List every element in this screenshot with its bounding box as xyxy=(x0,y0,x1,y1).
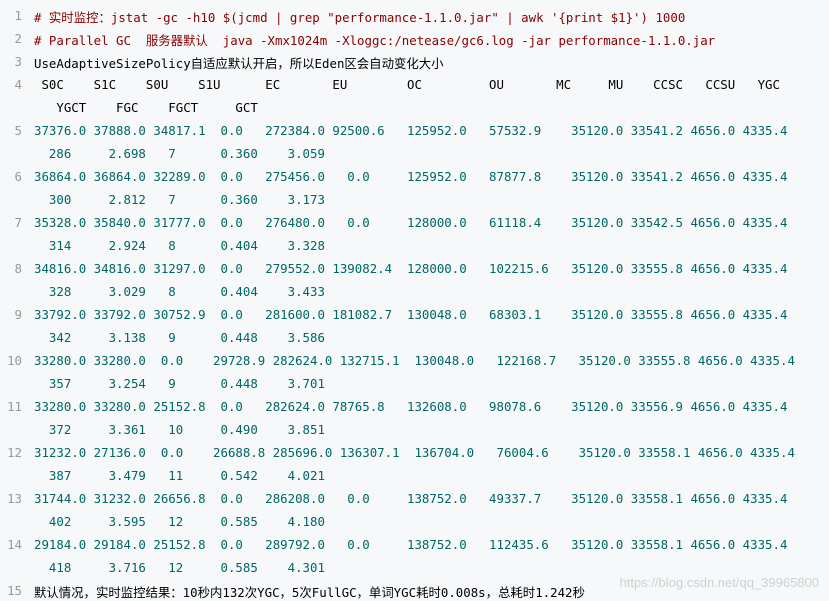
line-number: 12 xyxy=(7,445,22,460)
jstat-row: 33792.0 33792.0 30752.9 0.0 281600.0 181… xyxy=(34,307,788,322)
line-number-gutter: 1 2 3 4 5 6 7 8 9 10 11 12 13 14 15 xyxy=(0,0,28,600)
jstat-row-wrap: 300 2.812 7 0.360 3.173 xyxy=(34,192,325,207)
jstat-header-row-wrap: YGCT FGC FGCT GCT xyxy=(34,100,258,115)
line-number: 15 xyxy=(7,583,22,598)
watermark: https://blog.csdn.net/qq_39965800 xyxy=(619,575,820,590)
line-number: 3 xyxy=(14,54,22,69)
jstat-row: 35328.0 35840.0 31777.0 0.0 276480.0 0.0… xyxy=(34,215,788,230)
jstat-row: 33280.0 33280.0 0.0 29728.9 282624.0 132… xyxy=(34,353,795,368)
line-number: 10 xyxy=(7,353,22,368)
jstat-row: 29184.0 29184.0 25152.8 0.0 289792.0 0.0… xyxy=(34,537,788,552)
jstat-header-row: S0C S1C S0U S1U EC EU OC OU MC MU CCSC C… xyxy=(34,77,780,92)
jstat-row: 31744.0 31232.0 26656.8 0.0 286208.0 0.0… xyxy=(34,491,788,506)
jstat-row-wrap: 314 2.924 8 0.404 3.328 xyxy=(34,238,325,253)
jstat-row-wrap: 357 3.254 9 0.448 3.701 xyxy=(34,376,325,391)
jstat-row: 33280.0 33280.0 25152.8 0.0 282624.0 787… xyxy=(34,399,788,414)
text-line: UseAdaptiveSizePolicy自适应默认开启，所以Eden区会自动变… xyxy=(34,56,444,71)
jstat-row-wrap: 342 3.138 9 0.448 3.586 xyxy=(34,330,325,345)
jstat-row: 31232.0 27136.0 0.0 26688.8 285696.0 136… xyxy=(34,445,795,460)
jstat-row-wrap: 402 3.595 12 0.585 4.180 xyxy=(34,514,325,529)
jstat-row-wrap: 372 3.361 10 0.490 3.851 xyxy=(34,422,325,437)
line-number: 11 xyxy=(7,399,22,414)
line-number: 5 xyxy=(14,123,22,138)
jstat-row: 34816.0 34816.0 31297.0 0.0 279552.0 139… xyxy=(34,261,788,276)
line-number: 9 xyxy=(14,307,22,322)
jstat-row-wrap: 328 3.029 8 0.404 3.433 xyxy=(34,284,325,299)
line-number: 2 xyxy=(14,31,22,46)
line-number: 8 xyxy=(14,261,22,276)
jstat-row-wrap: 387 3.479 11 0.542 4.021 xyxy=(34,468,325,483)
line-number: 6 xyxy=(14,169,22,184)
comment-line: # 实时监控：jstat -gc -h10 $(jcmd | grep "per… xyxy=(34,10,686,25)
jstat-row-wrap: 286 2.698 7 0.360 3.059 xyxy=(34,146,325,161)
code-block: 1 2 3 4 5 6 7 8 9 10 11 12 13 14 15 # 实时… xyxy=(0,0,829,600)
line-number: 4 xyxy=(14,77,22,92)
jstat-row: 37376.0 37888.0 34817.1 0.0 272384.0 925… xyxy=(34,123,788,138)
comment-line: # Parallel GC 服务器默认 java -Xmx1024m -Xlog… xyxy=(34,33,716,48)
line-number: 14 xyxy=(7,537,22,552)
line-number: 1 xyxy=(14,8,22,23)
jstat-row-wrap: 418 3.716 12 0.585 4.301 xyxy=(34,560,325,575)
summary-line: 默认情况，实时监控结果：10秒内132次YGC，5次FullGC，单词YGC耗时… xyxy=(34,585,585,600)
jstat-row: 36864.0 36864.0 32289.0 0.0 275456.0 0.0… xyxy=(34,169,788,184)
line-number: 7 xyxy=(14,215,22,230)
line-number: 13 xyxy=(7,491,22,506)
